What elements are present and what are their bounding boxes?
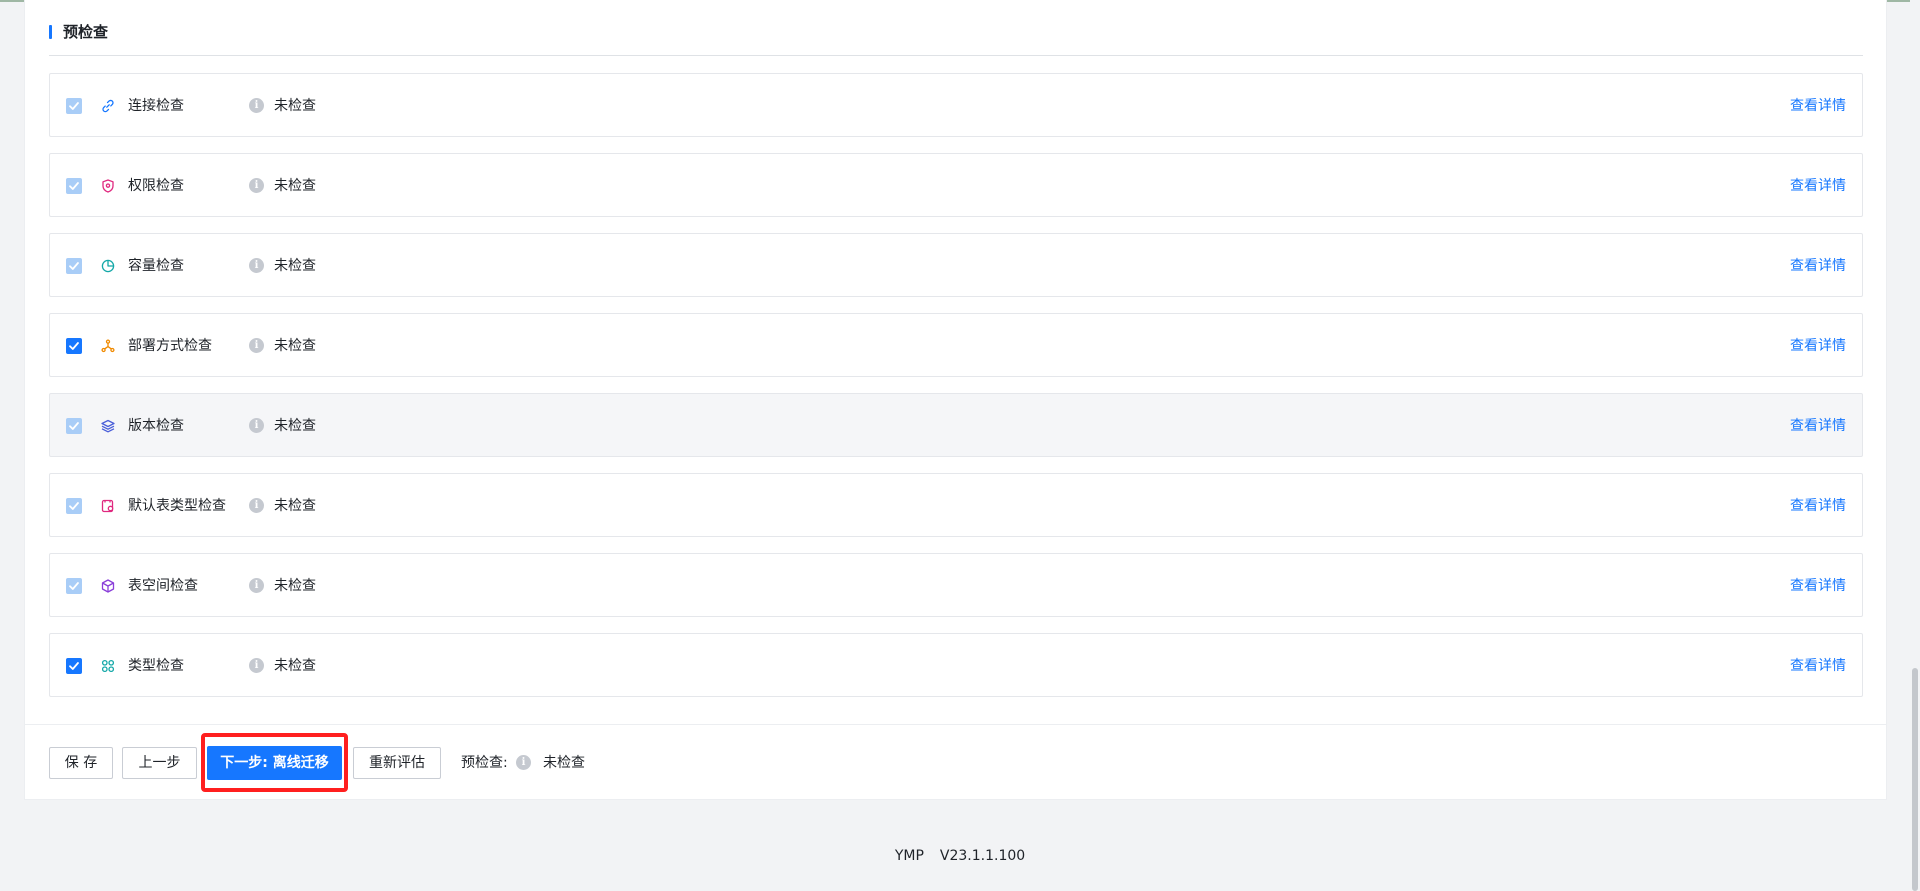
checkbox[interactable] [66, 578, 82, 594]
checkbox[interactable] [66, 338, 82, 354]
next-step-offline-migration-button[interactable]: 下一步: 离线迁移 [207, 746, 342, 780]
check-label: 默认表类型检查 [128, 498, 226, 514]
check-status: 未检查 [274, 178, 316, 194]
check-label: 容量检查 [128, 258, 184, 274]
footer-divider [24, 724, 1887, 725]
info-icon: i [249, 178, 264, 193]
checkbox[interactable] [66, 258, 82, 274]
section-accent-bar [49, 25, 52, 39]
info-icon: i [249, 418, 264, 433]
checkbox[interactable] [66, 98, 82, 114]
check-row-connection: 连接检查 i 未检查 查看详情 [49, 73, 1863, 137]
check-status: 未检查 [274, 258, 316, 274]
check-status: 未检查 [274, 98, 316, 114]
info-icon: i [516, 755, 531, 770]
info-icon: i [249, 338, 264, 353]
check-row-deployment: 部署方式检查 i 未检查 查看详情 [49, 313, 1863, 377]
checkbox[interactable] [66, 658, 82, 674]
check-row-capacity: 容量检查 i 未检查 查看详情 [49, 233, 1863, 297]
check-row-type: 类型检查 i 未检查 查看详情 [49, 633, 1863, 697]
check-row-version: 版本检查 i 未检查 查看详情 [49, 393, 1863, 457]
section-header: 预检查 [49, 20, 1863, 56]
info-icon: i [249, 578, 264, 593]
view-details-link[interactable]: 查看详情 [1790, 174, 1846, 198]
check-label: 连接检查 [128, 98, 184, 114]
page-footer: YMP V23.1.1.100 [0, 846, 1920, 866]
previous-step-button[interactable]: 上一步 [122, 747, 197, 779]
check-status: 未检查 [274, 658, 316, 674]
view-details-link[interactable]: 查看详情 [1790, 654, 1846, 678]
version-number: V23.1.1.100 [939, 848, 1026, 864]
view-details-link[interactable]: 查看详情 [1790, 334, 1846, 358]
checkbox[interactable] [66, 418, 82, 434]
check-row-default-table-type: 默认表类型检查 i 未检查 查看详情 [49, 473, 1863, 537]
table-type-icon [100, 498, 116, 514]
section-title: 预检查 [63, 23, 109, 41]
re-evaluate-button[interactable]: 重新评估 [353, 747, 441, 779]
check-row-permission: 权限检查 i 未检查 查看详情 [49, 153, 1863, 217]
checkbox[interactable] [66, 498, 82, 514]
view-details-link[interactable]: 查看详情 [1790, 574, 1846, 598]
cluster-icon [100, 338, 116, 354]
check-row-tablespace: 表空间检查 i 未检查 查看详情 [49, 553, 1863, 617]
link-icon [100, 98, 116, 114]
check-status: 未检查 [274, 338, 316, 354]
view-details-link[interactable]: 查看详情 [1790, 94, 1846, 118]
grid-icon [100, 658, 116, 674]
scrollbar-thumb[interactable] [1912, 668, 1918, 891]
info-icon: i [249, 98, 264, 113]
check-label: 版本检查 [128, 418, 184, 434]
check-status: 未检查 [274, 578, 316, 594]
check-label: 表空间检查 [128, 578, 198, 594]
view-details-link[interactable]: 查看详情 [1790, 494, 1846, 518]
check-label: 类型检查 [128, 658, 184, 674]
layers-icon [100, 418, 116, 434]
cube-icon [100, 578, 116, 594]
shield-icon [100, 178, 116, 194]
view-details-link[interactable]: 查看详情 [1790, 414, 1846, 438]
check-status: 未检查 [274, 418, 316, 434]
checkbox[interactable] [66, 178, 82, 194]
check-status: 未检查 [274, 498, 316, 514]
info-icon: i [249, 258, 264, 273]
brand-name: YMP [894, 848, 924, 864]
save-button[interactable]: 保 存 [49, 747, 113, 779]
check-label: 权限检查 [128, 178, 184, 194]
view-details-link[interactable]: 查看详情 [1790, 254, 1846, 278]
check-label: 部署方式检查 [128, 338, 212, 354]
info-icon: i [249, 658, 264, 673]
precheck-summary-status: 未检查 [543, 755, 585, 771]
info-icon: i [249, 498, 264, 513]
precheck-summary-label: 预检查: [461, 755, 508, 771]
pie-chart-icon [100, 258, 116, 274]
